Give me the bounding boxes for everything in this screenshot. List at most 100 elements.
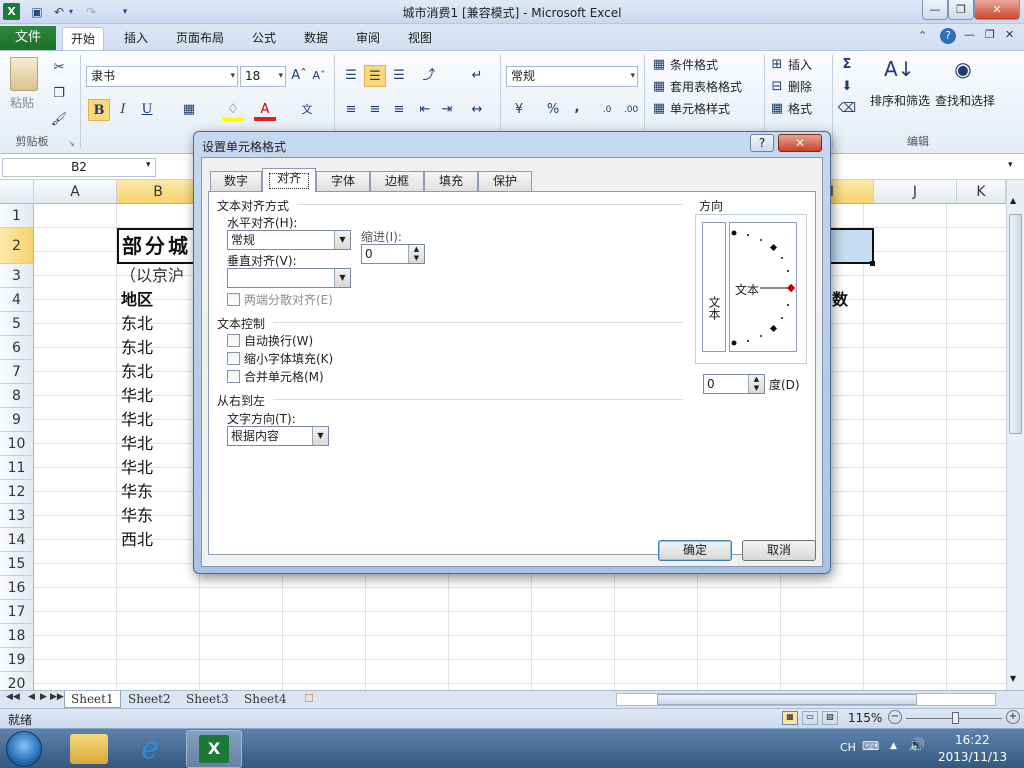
degrees-spinner[interactable]: 0 ▲ ▼ [703, 374, 765, 394]
increase-decimal-icon[interactable]: .0 [596, 99, 618, 121]
tab-number[interactable]: 数字 [210, 171, 262, 191]
row-header[interactable]: 20 [0, 672, 34, 690]
indent-spinner[interactable]: 0 ▲ ▼ [361, 244, 425, 264]
cell-b5[interactable]: 东北 [121, 312, 153, 336]
cell-b9[interactable]: 华北 [121, 408, 153, 432]
row-header[interactable]: 2 [0, 228, 34, 264]
bold-button[interactable]: B [88, 99, 110, 121]
normal-view-icon[interactable]: ▦ [782, 711, 798, 725]
cell-b13[interactable]: 华东 [121, 504, 153, 528]
zoom-out-icon[interactable]: − [888, 710, 902, 724]
row-header[interactable]: 5 [0, 312, 34, 336]
tab-font[interactable]: 字体 [316, 171, 370, 191]
restore-button[interactable]: ❐ [948, 0, 974, 20]
row-header[interactable]: 14 [0, 528, 34, 552]
shrink-font-icon[interactable]: Aˇ [308, 65, 330, 87]
zoom-level[interactable]: 115% [848, 711, 882, 725]
tab-file[interactable]: 文件 [0, 26, 56, 50]
row-header[interactable]: 8 [0, 384, 34, 408]
clock-date[interactable]: 2013/11/13 [938, 750, 1007, 764]
format-cells-icon[interactable]: ▦ [768, 98, 786, 120]
vertical-select[interactable]: ▼ [227, 268, 351, 288]
autosum-button[interactable]: Σ [836, 54, 858, 76]
delete-cells-icon[interactable]: ⊟ [768, 76, 786, 98]
tab-review[interactable]: 审阅 [348, 27, 388, 50]
fill-color-icon[interactable]: ♢ [222, 99, 244, 121]
format-painter-icon[interactable]: 🖌 [48, 109, 70, 131]
row-header[interactable]: 12 [0, 480, 34, 504]
conditional-format-button[interactable]: 条件格式 [670, 55, 718, 75]
cell-b6[interactable]: 东北 [121, 336, 153, 360]
insert-cells-icon[interactable]: ⊞ [768, 54, 786, 76]
scroll-up-icon[interactable]: ▲ [1010, 196, 1016, 205]
tray-expand-icon[interactable]: ▲ [890, 741, 897, 751]
sheet-tab-sheet2[interactable]: Sheet2 [122, 691, 177, 708]
align-bottom-icon[interactable]: ☰ [388, 65, 410, 87]
internet-explorer-icon[interactable]: e [132, 732, 168, 766]
scroll-down-icon[interactable]: ▼ [1010, 674, 1016, 683]
align-center-icon[interactable]: ≡ [364, 99, 386, 121]
borders-icon[interactable]: ▦ [178, 99, 200, 121]
workbook-close-icon[interactable]: ✕ [1005, 28, 1014, 41]
cancel-button[interactable]: 取消 [742, 540, 816, 561]
copy-icon[interactable]: ❐ [48, 83, 70, 105]
row-header[interactable]: 10 [0, 432, 34, 456]
row-header[interactable]: 1 [0, 204, 34, 228]
formula-bar-expand-icon[interactable]: ▾ [1008, 160, 1013, 170]
tab-view[interactable]: 视图 [400, 27, 440, 50]
font-color-icon[interactable]: A [254, 99, 276, 121]
row-header[interactable]: 17 [0, 600, 34, 624]
vertical-scrollbar[interactable]: ▲ ▼ [1006, 180, 1024, 690]
explorer-icon[interactable] [70, 734, 108, 764]
format-as-table-button[interactable]: 套用表格格式 [670, 77, 742, 97]
orientation-icon[interactable]: ⤴ [418, 65, 440, 87]
page-break-view-icon[interactable]: ▧ [822, 711, 838, 725]
horizontal-scroll-thumb[interactable] [657, 694, 917, 705]
clock-time[interactable]: 16:22 [955, 733, 990, 747]
sort-filter-icon[interactable]: A↓ [884, 57, 914, 87]
row-header[interactable]: 3 [0, 264, 34, 288]
horizontal-scrollbar[interactable] [616, 693, 996, 706]
fill-handle[interactable] [870, 261, 875, 266]
find-select-button[interactable]: 查找和选择 [935, 91, 995, 111]
underline-button[interactable]: U [136, 99, 158, 121]
number-format-combo[interactable]: 常规 ▾ [506, 66, 638, 87]
paste-button[interactable]: 粘贴 [10, 93, 34, 113]
cell-b3[interactable]: （以京沪 [120, 264, 184, 288]
accounting-format-icon[interactable]: ¥ [508, 99, 530, 121]
zoom-slider-thumb[interactable] [952, 712, 959, 724]
dialog-close-button[interactable]: ✕ [778, 134, 822, 152]
cell-i4[interactable]: 数 [832, 288, 848, 312]
decrease-decimal-icon[interactable]: .00 [620, 99, 642, 121]
merge-center-icon[interactable]: ↔ [466, 99, 488, 121]
next-sheet-icon[interactable]: ▶ [40, 692, 47, 702]
close-button[interactable]: ✕ [974, 0, 1020, 20]
cut-icon[interactable]: ✂ [48, 57, 70, 79]
horizontal-select[interactable]: 常规 ▼ [227, 230, 351, 250]
align-left-icon[interactable]: ≡ [340, 99, 362, 121]
column-header-j[interactable]: J [874, 180, 957, 204]
row-header[interactable]: 16 [0, 576, 34, 600]
column-header-b[interactable]: B [117, 180, 200, 204]
column-header-a[interactable]: A [34, 180, 117, 204]
sheet-tab-sheet4[interactable]: Sheet4 [238, 691, 293, 708]
cell-b8[interactable]: 华北 [121, 384, 153, 408]
cell-b10[interactable]: 华北 [121, 432, 153, 456]
comma-style-button[interactable]: , [566, 97, 588, 119]
row-header[interactable]: 19 [0, 648, 34, 672]
row-header[interactable]: 9 [0, 408, 34, 432]
align-top-icon[interactable]: ☰ [340, 65, 362, 87]
align-right-icon[interactable]: ≡ [388, 99, 410, 121]
spinner-arrows-icon[interactable]: ▲ ▼ [748, 375, 764, 393]
input-language[interactable]: CH [840, 741, 856, 754]
zoom-in-icon[interactable]: + [1006, 710, 1020, 724]
dialog-help-button[interactable]: ? [750, 134, 774, 152]
sort-filter-button[interactable]: 排序和筛选 [870, 91, 930, 111]
scroll-thumb[interactable] [1009, 214, 1022, 434]
sheet-tab-sheet3[interactable]: Sheet3 [180, 691, 235, 708]
clear-icon[interactable]: ⌫ [836, 98, 858, 120]
minimize-ribbon-icon[interactable]: ⌃ [918, 29, 927, 42]
insert-sheet-icon[interactable]: ☐ [304, 692, 314, 705]
align-middle-icon[interactable]: ☰ [364, 65, 386, 87]
cell-b14[interactable]: 西北 [121, 528, 153, 552]
